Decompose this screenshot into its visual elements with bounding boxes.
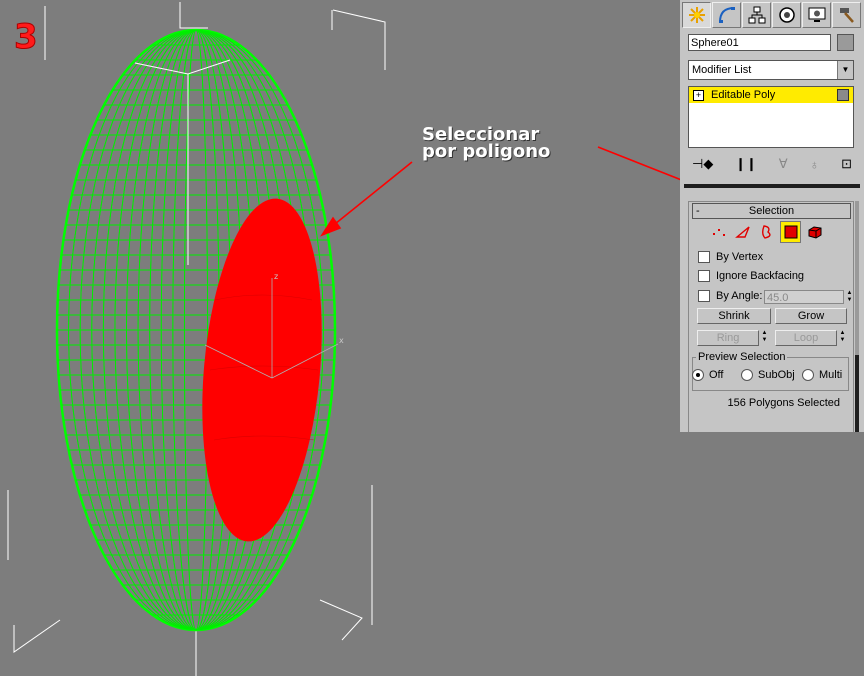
collapse-icon: - xyxy=(696,205,700,217)
motion-icon xyxy=(778,7,795,23)
annotation-line-2: por poligono xyxy=(422,141,551,162)
create-icon xyxy=(688,7,705,23)
element-mode-button[interactable] xyxy=(804,221,825,243)
preview-subobj-label: SubObj xyxy=(758,369,795,381)
panel-divider xyxy=(684,184,860,188)
edge-icon xyxy=(734,226,750,238)
ignore-backfacing-label: Ignore Backfacing xyxy=(716,270,805,282)
show-end-result-icon[interactable]: ❙❙ xyxy=(735,156,757,172)
command-panel-tabs xyxy=(682,2,861,28)
by-vertex-box[interactable] xyxy=(698,251,710,263)
utilities-icon xyxy=(839,8,854,23)
loop-button[interactable]: Loop xyxy=(775,330,837,346)
modify-icon xyxy=(718,7,735,23)
command-panel: Sphere01 Modifier List ▼ + Editable Poly… xyxy=(680,0,864,432)
by-vertex-label: By Vertex xyxy=(716,251,764,263)
preview-off-label: Off xyxy=(709,369,724,381)
preview-multi-radio[interactable]: Multi xyxy=(802,369,842,381)
ignore-backfacing-checkbox[interactable]: Ignore Backfacing xyxy=(698,270,804,282)
preview-multi-dot[interactable] xyxy=(802,369,814,381)
tab-motion[interactable] xyxy=(772,2,801,28)
configure-modifier-sets-icon[interactable]: ⊡ xyxy=(841,156,852,172)
preview-subobj-radio[interactable]: SubObj xyxy=(741,369,795,381)
svg-text:z: z xyxy=(274,272,278,281)
angle-spinner-arrows[interactable]: ▲ ▼ xyxy=(845,290,854,304)
border-mode-button[interactable] xyxy=(756,221,777,243)
make-unique-icon[interactable]: ∀ xyxy=(779,156,788,172)
by-angle-box[interactable] xyxy=(698,290,710,302)
ring-button[interactable]: Ring xyxy=(697,330,759,346)
modifier-list-dropdown[interactable]: Modifier List ▼ xyxy=(688,60,854,80)
element-icon xyxy=(808,226,821,239)
angle-spinner-field[interactable]: 45.0 xyxy=(764,290,844,304)
border-icon xyxy=(761,225,771,239)
chevron-down-icon[interactable]: ▼ xyxy=(837,61,853,79)
polygon-icon xyxy=(784,225,797,239)
vertex-icon xyxy=(712,229,725,236)
tab-display[interactable] xyxy=(802,2,831,28)
subobject-mode-buttons xyxy=(708,221,825,243)
stack-item-label: Editable Poly xyxy=(711,89,776,101)
modifier-list-label: Modifier List xyxy=(692,64,752,76)
stack-item-editable-poly[interactable]: + Editable Poly xyxy=(689,87,853,103)
display-icon xyxy=(808,7,825,22)
stack-item-toggle-icon[interactable] xyxy=(837,89,849,101)
edge-mode-button[interactable] xyxy=(732,221,753,243)
polygon-mode-button[interactable] xyxy=(780,221,801,243)
by-angle-checkbox[interactable]: By Angle: xyxy=(698,290,762,302)
stack-toolbar: ⊣◆ ❙❙ ∀ ♁ ⊡ xyxy=(692,154,852,174)
tab-utilities[interactable] xyxy=(832,2,861,28)
expand-plus-icon[interactable]: + xyxy=(693,89,704,101)
pin-stack-icon[interactable]: ⊣◆ xyxy=(692,156,713,172)
vertex-mode-button[interactable] xyxy=(708,221,729,243)
shrink-button[interactable]: Shrink xyxy=(697,308,771,324)
tab-create[interactable] xyxy=(682,2,711,28)
by-vertex-checkbox[interactable]: By Vertex xyxy=(698,251,763,263)
by-angle-label: By Angle: xyxy=(716,290,763,302)
selection-rollout-header[interactable]: - Selection xyxy=(692,203,851,219)
object-color-swatch[interactable] xyxy=(837,34,854,51)
annotation-label: Seleccionar por poligono xyxy=(422,126,551,162)
svg-text:x: x xyxy=(339,336,344,345)
selection-status-text: 156 Polygons Selected xyxy=(727,397,840,409)
loop-spinner-arrows[interactable]: ▲ ▼ xyxy=(838,330,847,344)
hierarchy-icon xyxy=(748,6,765,24)
modifier-stack[interactable]: + Editable Poly xyxy=(688,86,854,148)
tab-hierarchy[interactable] xyxy=(742,2,771,28)
preview-off-radio[interactable]: Off xyxy=(692,369,723,381)
preview-subobj-dot[interactable] xyxy=(741,369,753,381)
step-number: 3 xyxy=(14,17,39,57)
grow-button[interactable]: Grow xyxy=(775,308,847,324)
object-name-field[interactable]: Sphere01 xyxy=(688,34,831,51)
rollout-title: Selection xyxy=(748,205,795,217)
ignore-backfacing-box[interactable] xyxy=(698,270,710,282)
panel-scrollbar-thumb[interactable] xyxy=(855,355,859,432)
remove-modifier-icon[interactable]: ♁ xyxy=(810,157,820,172)
tab-modify[interactable] xyxy=(712,2,741,28)
preview-off-dot[interactable] xyxy=(692,369,704,381)
preview-multi-label: Multi xyxy=(819,369,843,381)
ring-spinner-arrows[interactable]: ▲ ▼ xyxy=(760,330,769,344)
preview-selection-title: Preview Selection xyxy=(696,351,788,363)
